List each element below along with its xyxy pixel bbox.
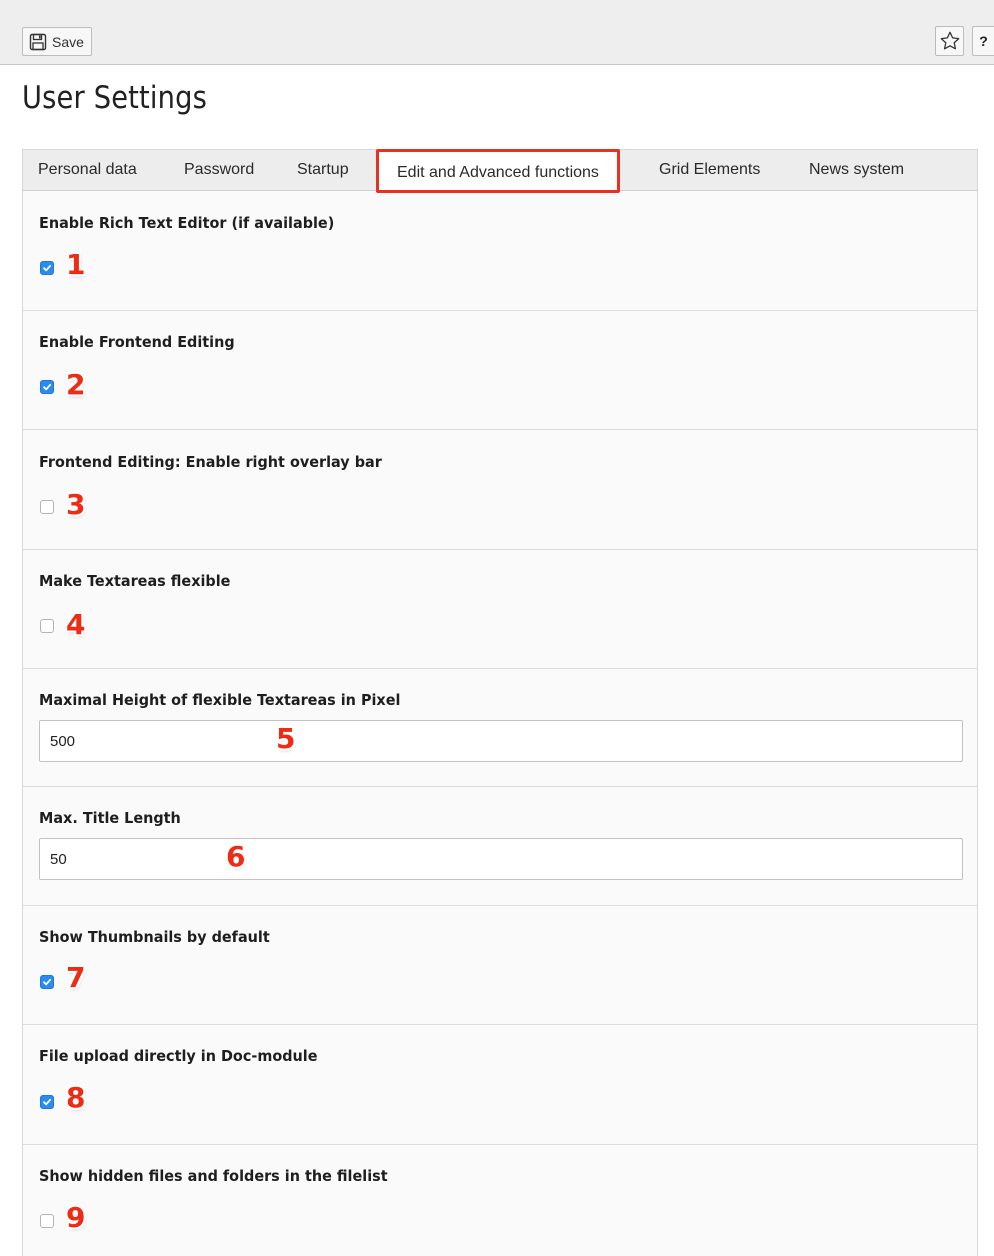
settings-tabs: Personal data Password Startup Edit and … [22,149,978,193]
setting-label-show-thumbnails: Show Thumbnails by default [39,928,270,946]
setting-row: Enable Frontend Editing 2 [23,311,977,430]
annotation-marker-6: 6 [226,840,246,873]
tab-edit-and-advanced-functions[interactable]: Edit and Advanced functions [376,149,620,193]
setting-row: Max. Title Length 6 [23,787,977,906]
textarea-max-height-input[interactable] [39,720,963,762]
setting-label-file-upload-doc-module: File upload directly in Doc-module [39,1047,318,1065]
toolbar-right-group: ? [935,26,994,56]
setting-row: Maximal Height of flexible Textareas in … [23,669,977,787]
checkbox-frontend-overlay-bar[interactable] [40,500,54,514]
setting-label-frontend-editing: Enable Frontend Editing [39,333,235,351]
checkbox-frontend-editing[interactable] [40,380,54,394]
checkmark-icon [43,1098,52,1106]
annotation-marker-4: 4 [66,608,86,641]
checkbox-file-upload-doc-module[interactable] [40,1095,54,1109]
save-button[interactable]: Save [22,27,92,56]
annotation-marker-7: 7 [66,961,86,994]
setting-row: Enable Rich Text Editor (if available) 1 [23,191,977,311]
tab-password[interactable]: Password [184,150,254,190]
floppy-disk-icon [29,33,47,50]
tab-personal-data[interactable]: Personal data [38,150,137,190]
help-button-label: ? [979,33,988,49]
bookmark-button[interactable] [935,26,964,56]
checkbox-show-thumbnails[interactable] [40,975,54,989]
annotation-marker-9: 9 [66,1201,86,1234]
setting-label-flexible-textareas: Make Textareas flexible [39,572,231,590]
tab-startup[interactable]: Startup [297,150,349,190]
checkbox-flexible-textareas[interactable] [40,619,54,633]
docheader-toolbar: Save ? [0,0,994,65]
setting-row: Show Thumbnails by default 7 [23,906,977,1025]
checkbox-show-hidden-files[interactable] [40,1214,54,1228]
setting-row: File upload directly in Doc-module 8 [23,1025,977,1145]
star-outline-icon [940,31,959,50]
setting-row: Frontend Editing: Enable right overlay b… [23,430,977,550]
page-title: User Settings [22,80,208,116]
setting-label-textarea-max-height: Maximal Height of flexible Textareas in … [39,691,401,709]
annotation-marker-5: 5 [276,722,296,755]
tab-grid-elements[interactable]: Grid Elements [659,150,760,190]
setting-label-max-title-length: Max. Title Length [39,809,181,827]
setting-label-frontend-overlay-bar: Frontend Editing: Enable right overlay b… [39,453,382,471]
annotation-marker-2: 2 [66,368,86,401]
help-button[interactable]: ? [972,26,994,56]
save-button-label: Save [52,33,84,50]
setting-row: Make Textareas flexible 4 [23,550,977,669]
checkmark-icon [43,264,52,272]
annotation-marker-8: 8 [66,1081,86,1114]
checkmark-icon [43,978,52,986]
setting-label-show-hidden-files: Show hidden files and folders in the fil… [39,1167,388,1185]
annotation-marker-1: 1 [66,248,86,281]
max-title-length-input[interactable] [39,838,963,880]
annotation-marker-3: 3 [66,488,86,521]
setting-label-rich-text-editor: Enable Rich Text Editor (if available) [39,214,335,232]
tab-news-system[interactable]: News system [809,150,904,190]
setting-row: Show hidden files and folders in the fil… [23,1145,977,1256]
checkmark-icon [43,383,52,391]
settings-panel: Enable Rich Text Editor (if available) 1… [22,191,978,1256]
checkbox-rich-text-editor[interactable] [40,261,54,275]
